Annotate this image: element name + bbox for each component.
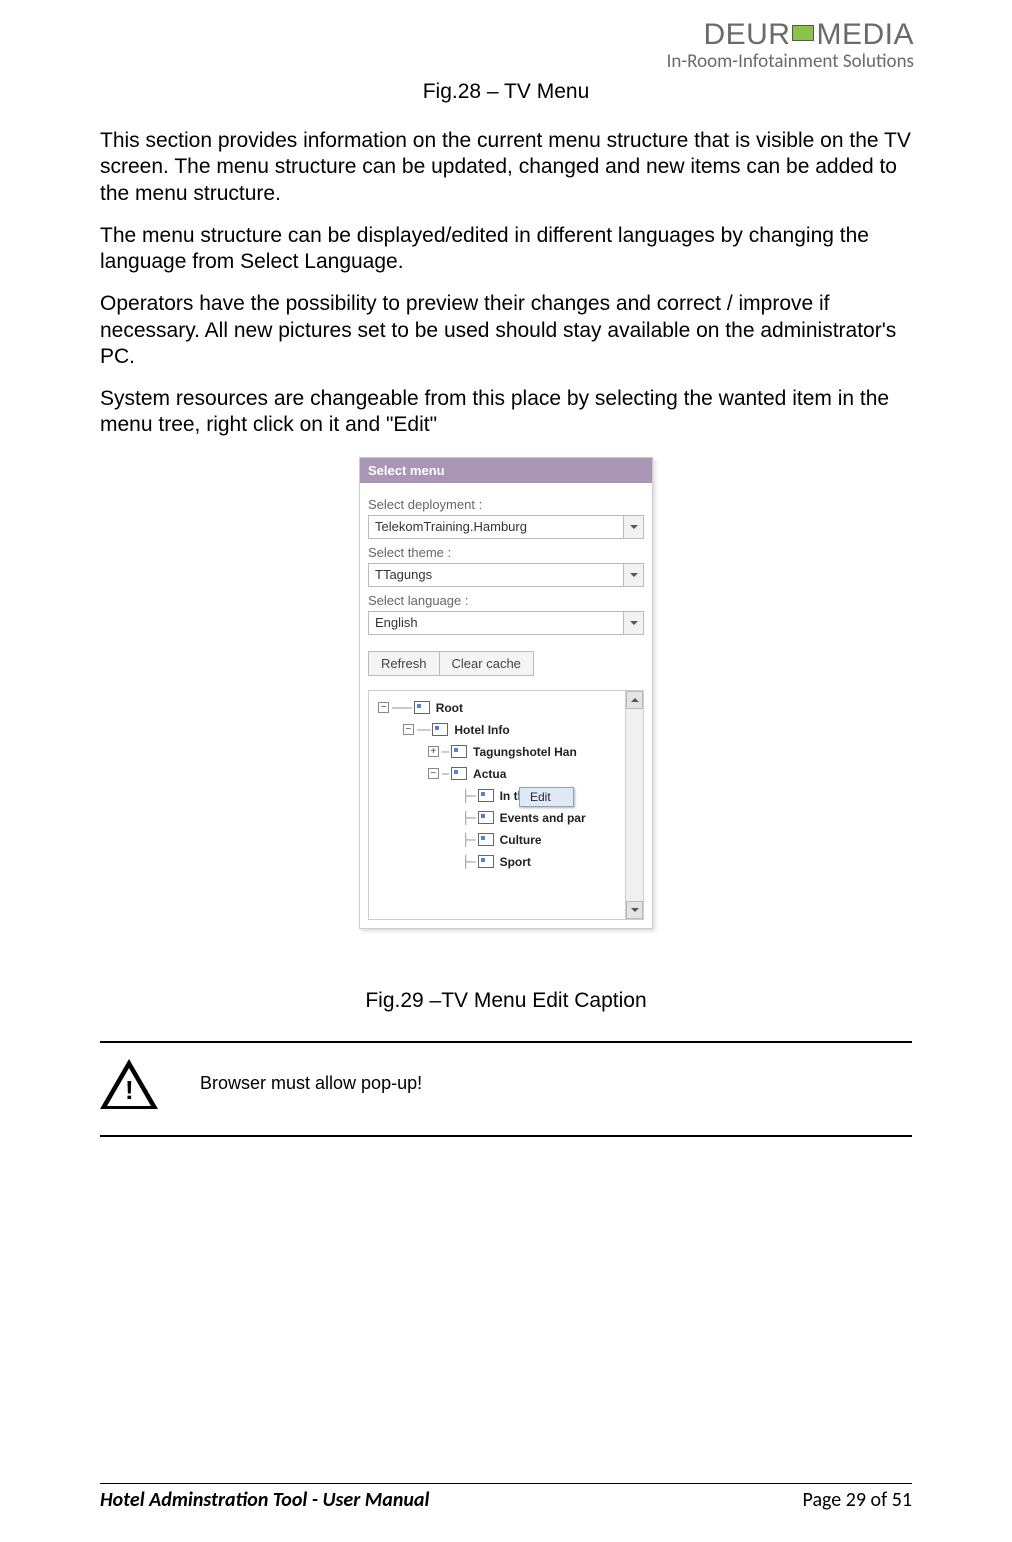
paragraph-1: This section provides information on the… — [100, 128, 912, 207]
tree-node-actual[interactable]: − ─ Actua — [375, 763, 641, 785]
figure-29: Select menu Select deployment : TelekomT… — [100, 457, 912, 929]
theme-select[interactable]: TTagungs — [368, 563, 644, 587]
expand-icon[interactable]: + — [428, 746, 439, 757]
theme-value: TTagungs — [369, 567, 623, 582]
paragraph-4: System resources are changeable from thi… — [100, 386, 912, 439]
folder-icon — [478, 789, 494, 802]
warning-note: ! Browser must allow pop-up! — [100, 1041, 912, 1137]
folder-icon — [478, 855, 494, 868]
collapse-icon[interactable]: − — [378, 702, 389, 713]
footer-page-number: Page 29 of 51 — [803, 1488, 912, 1512]
tree-node-culture[interactable]: ├─ Culture — [375, 829, 641, 851]
tree-node-hotel-info[interactable]: − ── Hotel Info — [375, 719, 641, 741]
chevron-down-icon — [623, 564, 643, 586]
folder-icon — [478, 833, 494, 846]
chevron-down-icon — [623, 612, 643, 634]
logo-square-icon — [792, 25, 814, 41]
chevron-down-icon — [623, 516, 643, 538]
tree-node-tagungshotel[interactable]: + ─ Tagungshotel Han — [375, 741, 641, 763]
deployment-value: TelekomTraining.Hamburg — [369, 519, 623, 534]
theme-label: Select theme : — [368, 545, 644, 560]
panel-title: Select menu — [360, 458, 652, 483]
context-menu-edit[interactable]: Edit — [519, 787, 574, 807]
paragraph-3: Operators have the possibility to previe… — [100, 291, 912, 370]
language-value: English — [369, 615, 623, 630]
collapse-icon[interactable]: − — [403, 724, 414, 735]
folder-icon — [414, 701, 430, 714]
clear-cache-button[interactable]: Clear cache — [439, 651, 534, 676]
tree-node-sport[interactable]: ├─ Sport — [375, 851, 641, 873]
select-menu-panel: Select menu Select deployment : TelekomT… — [359, 457, 653, 929]
collapse-icon[interactable]: − — [428, 768, 439, 779]
language-select[interactable]: English — [368, 611, 644, 635]
scroll-up-icon[interactable] — [626, 691, 643, 709]
figure-28-caption: Fig.28 – TV Menu — [100, 80, 912, 104]
folder-icon — [451, 767, 467, 780]
folder-icon — [432, 723, 448, 736]
footer-title: Hotel Adminstration Tool - User Manual — [100, 1488, 429, 1512]
language-label: Select language : — [368, 593, 644, 608]
logo-text-suffix: MEDIA — [816, 18, 914, 52]
logo: DEUR MEDIA — [667, 18, 914, 52]
logo-tagline: In-Room-Infotainment Solutions — [667, 50, 914, 73]
refresh-button[interactable]: Refresh — [368, 651, 440, 676]
menu-tree[interactable]: − ─── Root − ── Hotel Info — [368, 690, 644, 920]
warning-text: Browser must allow pop-up! — [200, 1073, 422, 1094]
folder-icon — [478, 811, 494, 824]
deployment-select[interactable]: TelekomTraining.Hamburg — [368, 515, 644, 539]
scroll-down-icon[interactable] — [626, 901, 643, 919]
tree-node-events[interactable]: ├─ Events and par — [375, 807, 641, 829]
folder-icon — [451, 745, 467, 758]
paragraph-2: The menu structure can be displayed/edit… — [100, 223, 912, 276]
logo-text-prefix: DEUR — [703, 18, 790, 52]
tree-node-in-hotel[interactable]: ├─ In the notel — [375, 785, 641, 807]
tree-node-root[interactable]: − ─── Root — [375, 697, 641, 719]
page-footer: Hotel Adminstration Tool - User Manual P… — [100, 1483, 912, 1512]
deployment-label: Select deployment : — [368, 497, 644, 512]
page-header: DEUR MEDIA In-Room-Infotainment Solution… — [667, 18, 914, 73]
scrollbar[interactable] — [625, 691, 643, 919]
warning-icon: ! — [100, 1059, 158, 1109]
figure-29-caption: Fig.29 –TV Menu Edit Caption — [100, 989, 912, 1013]
page-content: Fig.28 – TV Menu This section provides i… — [100, 80, 912, 1137]
